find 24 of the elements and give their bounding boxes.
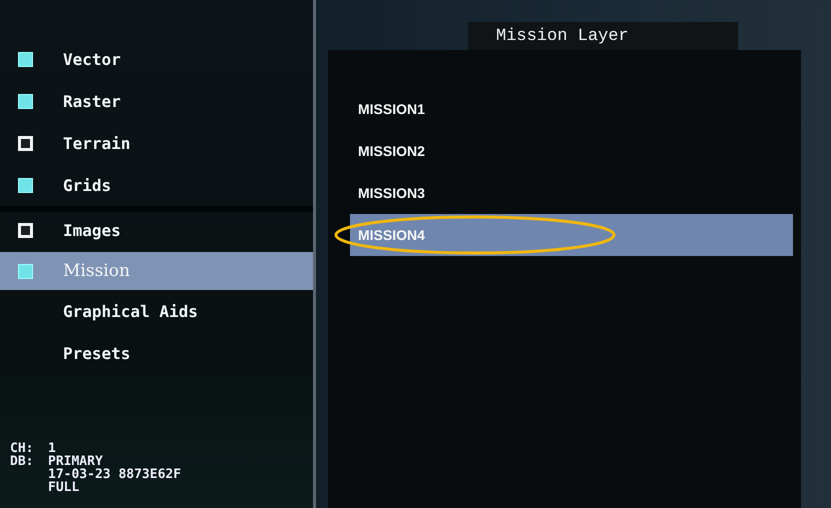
status-value: FULL <box>48 481 80 494</box>
layer-checkbox[interactable] <box>18 222 33 238</box>
layer-label[interactable]: Images <box>63 220 121 240</box>
layer-checkbox[interactable] <box>18 136 33 150</box>
layer-label[interactable]: Presets <box>63 344 130 362</box>
layer-checkbox[interactable] <box>18 52 33 66</box>
status-value: 1 <box>48 442 56 455</box>
panel-title: Mission Layer <box>468 22 738 50</box>
layer-label[interactable]: Grids <box>63 176 112 194</box>
mission-item[interactable]: MISSION1 <box>350 88 793 130</box>
layer-checkbox[interactable] <box>18 264 33 278</box>
layer-checkbox[interactable] <box>18 178 33 192</box>
layer-label: Mission <box>63 261 130 281</box>
layer-label[interactable]: Terrain <box>63 134 130 152</box>
mission-item[interactable]: MISSION2 <box>350 130 793 172</box>
status-label: CH: <box>10 442 34 455</box>
layer-label[interactable]: Graphical Aids <box>63 302 198 320</box>
status-value: 17-03-23 8873E62F <box>48 468 182 481</box>
layer-label[interactable]: Vector <box>63 50 121 68</box>
layer-label[interactable]: Raster <box>63 92 121 110</box>
mission-item[interactable]: MISSION3 <box>350 172 793 214</box>
status-value: PRIMARY <box>48 455 103 468</box>
layer-checkbox[interactable] <box>18 94 33 108</box>
status-label: DB: <box>10 455 34 468</box>
